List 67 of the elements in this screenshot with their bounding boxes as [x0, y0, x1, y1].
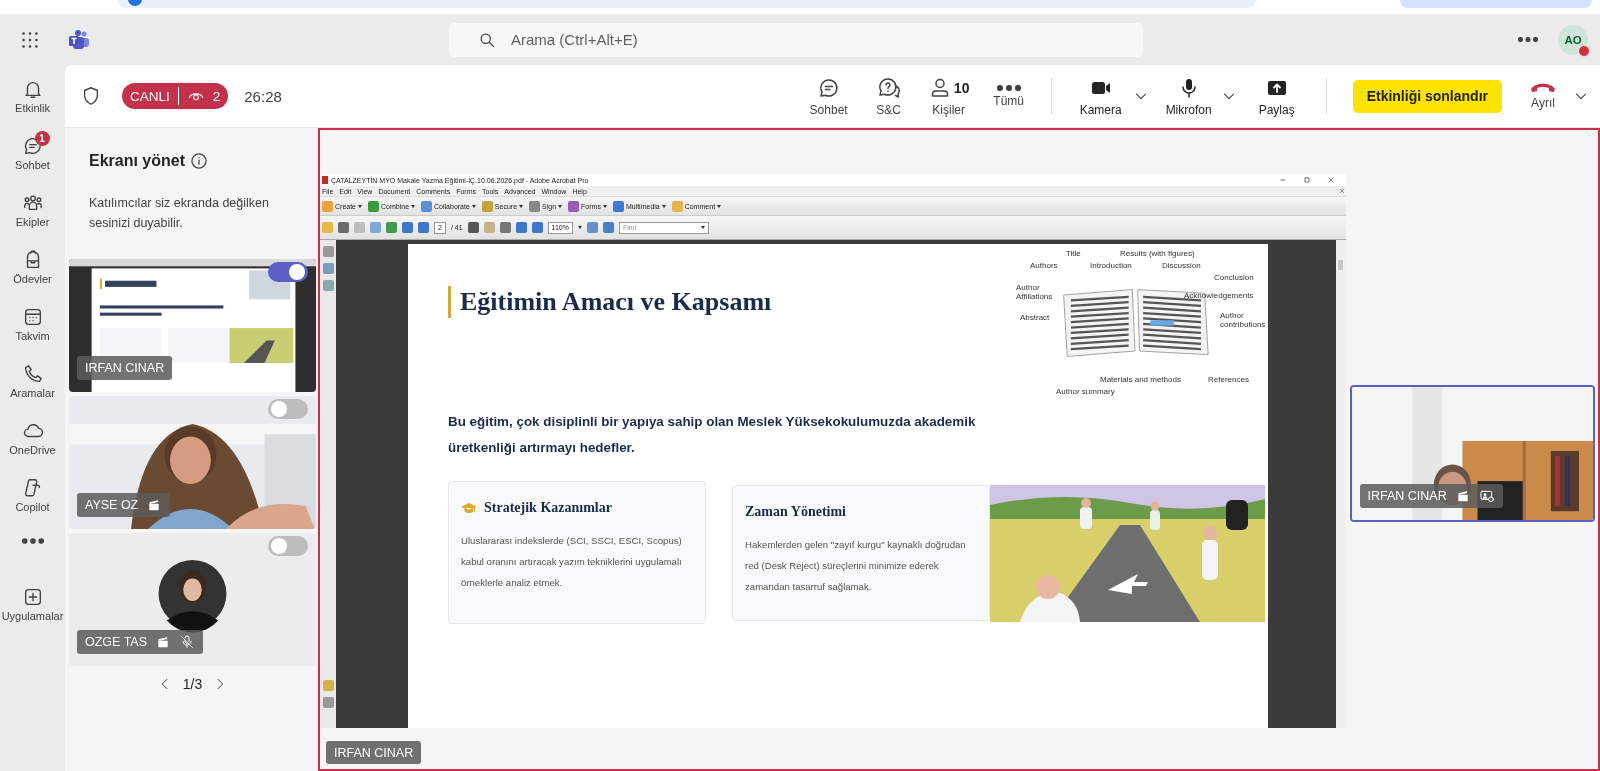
slide-title: Eğitimin Amacı ve Kapsamı — [448, 286, 772, 318]
panel-title: Ekranı yönet — [89, 152, 186, 170]
close-icon[interactable] — [1338, 187, 1346, 195]
viewer-count: 2 — [212, 88, 221, 104]
user-avatar[interactable]: AO — [1558, 24, 1588, 55]
live-label: CANLI — [130, 88, 170, 104]
toggle-switch[interactable] — [268, 536, 308, 556]
diagram-label: Materials and methods — [1100, 375, 1181, 384]
rail-item[interactable]: Uygulamalar — [0, 582, 65, 639]
search-field[interactable]: Arama (Ctrl+Alt+E) — [449, 22, 1143, 57]
rail-item[interactable]: Copilot — [0, 473, 65, 530]
people-logo-icon[interactable] — [67, 27, 91, 52]
leave-button[interactable]: Ayrıl — [1514, 82, 1572, 110]
more-icon[interactable] — [1518, 37, 1538, 42]
diagram-label: Title — [1066, 249, 1081, 258]
rail-item[interactable]: Sohbet 1 — [0, 131, 65, 188]
diagram-label: Abstract — [1020, 313, 1050, 322]
hangup-icon — [1530, 82, 1556, 93]
rail-item[interactable]: OneDrive — [0, 416, 65, 473]
diagram-label: Conclusion — [1214, 273, 1254, 282]
rail-item[interactable]: Aramalar — [0, 359, 65, 416]
toolbar-button[interactable]: Paylaş — [1239, 75, 1314, 117]
rail-item[interactable]: Ekipler — [0, 188, 65, 245]
presence-dot — [1578, 44, 1590, 57]
rail-item[interactable]: Ödevler — [0, 245, 65, 302]
card-text: Uluslararası indekslerde (SCI, SSCI, ESCI, Scopus) kabul oranını artıracak yazım tekniklerini uygulamalı örneklerle analiz etmek. — [461, 534, 683, 590]
toolbar-button[interactable]: Kamera — [1063, 75, 1138, 117]
rail-item[interactable]: Etkinlik — [0, 74, 65, 131]
toolbar-button[interactable]: Mikrofon — [1151, 75, 1226, 117]
graduation-cap-icon — [461, 500, 477, 516]
card-text: Hakemlerden gelen "zayıf kurgu" kaynaklı doğrudan red (Desk Reject) süreçlerini minimize ederek zamandan tasarruf sağlamak. — [745, 538, 967, 594]
toggle-switch[interactable] — [268, 262, 308, 282]
info-icon[interactable] — [189, 151, 210, 171]
close-icon[interactable] — [1326, 175, 1336, 185]
card-title: Stratejik Kazanımlar — [484, 500, 612, 516]
presenter-label: IRFAN CINAR — [326, 741, 422, 764]
slide-lead-text: Bu eğitim, çok disiplinli bir yapıya sahip olan Meslek Yüksekokulumuzda akademik üretkenliği artırmayı hedefler. — [448, 413, 977, 457]
participant-name: IRFAN CINAR — [1367, 489, 1447, 503]
panel-description: Katılımcılar siz ekranda değilken sesinizi duyabilir. — [89, 195, 270, 232]
pdf-icon — [322, 176, 328, 184]
diagram-label: Author contributions — [1220, 311, 1267, 329]
participant-name: AYSE OZ — [85, 498, 139, 512]
diagram-label: Discussion — [1162, 261, 1201, 270]
maximize-icon[interactable] — [1302, 175, 1312, 185]
toolbar-button[interactable]: 10 Kişiler — [918, 75, 979, 117]
page-indicator: 1/3 — [182, 676, 203, 692]
toolbar-button[interactable]: S&C — [858, 75, 919, 117]
diagram-label: Results (with figures) — [1120, 249, 1195, 258]
toolbar-button[interactable]: Sohbet — [798, 75, 859, 117]
diagram-label: Acknowledgements — [1184, 291, 1254, 300]
diagram-label: Author Affiliations — [1016, 283, 1054, 301]
toolbar-button[interactable]: Tümü — [978, 84, 1039, 108]
unread-badge: 1 — [34, 131, 50, 146]
participant-name: OZGE TAS — [85, 635, 148, 649]
diagram-label: Introduction — [1090, 261, 1132, 270]
card-title: Zaman Yönetimi — [745, 504, 846, 520]
question-bubble-icon — [876, 75, 901, 100]
rail-item[interactable]: Takvim — [0, 302, 65, 359]
diagram-label: Author summary — [1056, 387, 1115, 396]
end-event-button[interactable]: Etkinliği sonlandır — [1352, 79, 1502, 113]
more-icon — [996, 84, 1021, 91]
diagram-label: Authors — [1030, 261, 1058, 270]
participant-name: IRFAN CINAR — [85, 361, 165, 375]
diagram-label: References — [1208, 375, 1249, 384]
meeting-timer: 26:28 — [244, 87, 282, 105]
toggle-switch[interactable] — [268, 399, 308, 419]
more-icon — [21, 538, 44, 544]
